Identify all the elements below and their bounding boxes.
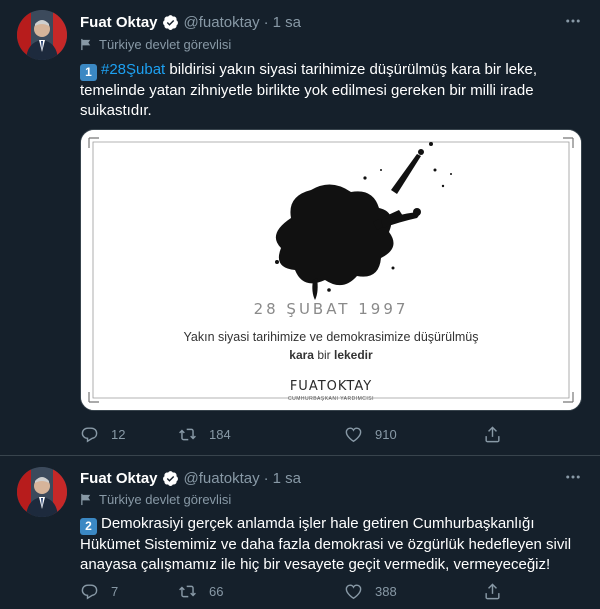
- account-label-text: Türkiye devlet görevlisi: [99, 37, 232, 52]
- account-label-text: Türkiye devlet görevlisi: [99, 492, 232, 507]
- retweet-count: 66: [209, 583, 224, 599]
- media-bold-1: kara: [289, 348, 314, 362]
- more-icon: [566, 19, 580, 23]
- heart-icon: [345, 426, 362, 442]
- keycap-two-emoji: 2: [80, 518, 97, 535]
- reply-count: 12: [111, 426, 126, 442]
- tweet-actions: 7 66 388: [80, 579, 510, 603]
- retweet-count: 184: [209, 426, 231, 442]
- tweet-body: Demokrasiyi gerçek anlamda işler hale ge…: [80, 515, 572, 573]
- flag-icon: [81, 38, 91, 51]
- like-count: 388: [375, 583, 397, 599]
- avatar-image: [17, 467, 67, 517]
- tweet-header: Fuat Oktay @fuatoktay · 1 sa: [80, 468, 301, 488]
- separator-dot: ·: [263, 13, 269, 31]
- author-handle[interactable]: @fuatoktay: [184, 14, 260, 31]
- author-name[interactable]: Fuat Oktay: [80, 14, 158, 31]
- signature-logo: FUATOKTAY: [289, 379, 373, 394]
- like-button[interactable]: 388: [344, 582, 397, 601]
- like-count: 910: [375, 426, 397, 442]
- media-title: 28 ŞUBAT 1997: [253, 300, 409, 318]
- tweet[interactable]: Fuat Oktay @fuatoktay · 1 sa Türkiye dev…: [0, 457, 600, 609]
- avatar[interactable]: [17, 10, 67, 60]
- verified-badge-icon: [162, 470, 178, 486]
- heart-icon: [345, 583, 362, 599]
- timestamp[interactable]: 1 sa: [273, 470, 301, 487]
- tweet-actions: 12 184 910: [80, 422, 510, 446]
- avatar-image: [17, 10, 67, 60]
- reply-icon: [81, 583, 98, 600]
- tweet[interactable]: Fuat Oktay @fuatoktay · 1 sa Türkiye dev…: [0, 0, 600, 456]
- tweet-media-image[interactable]: 28 ŞUBAT 1997 Yakın siyasi tarihimize ve…: [80, 129, 582, 411]
- share-button[interactable]: [483, 425, 502, 444]
- separator-dot: ·: [263, 469, 269, 487]
- tweet-text: 2 Demokrasiyi gerçek anlamda işler hale g…: [80, 514, 580, 575]
- media-mid: bir: [313, 348, 334, 362]
- like-button[interactable]: 910: [344, 425, 397, 444]
- reply-button[interactable]: 12: [80, 425, 125, 444]
- tweet-header: Fuat Oktay @fuatoktay · 1 sa: [80, 12, 301, 32]
- more-options-button[interactable]: [562, 10, 584, 32]
- retweet-icon: [179, 428, 196, 440]
- share-icon: [485, 425, 500, 442]
- share-icon: [485, 582, 500, 599]
- media-bold-2: lekedir: [334, 348, 373, 362]
- more-options-button[interactable]: [562, 466, 584, 488]
- tweet-text: 1 #28Şubat bildirisi yakın siyasi tarihim…: [80, 60, 580, 121]
- account-label[interactable]: Türkiye devlet görevlisi: [80, 492, 231, 507]
- media-subtitle: Yakın siyasi tarihimize ve demokrasimize…: [183, 330, 479, 344]
- more-icon: [566, 475, 580, 479]
- author-handle[interactable]: @fuatoktay: [184, 470, 260, 487]
- keycap-one-emoji: 1: [80, 64, 97, 81]
- media-artwork: [81, 130, 581, 410]
- retweet-icon: [179, 585, 196, 597]
- timestamp[interactable]: 1 sa: [273, 14, 301, 31]
- media-subtitle-2: kara bir lekedir: [81, 348, 581, 362]
- share-button[interactable]: [483, 582, 502, 601]
- signature-logo-subtitle: CUMHURBAŞKANI YARDIMCISI: [288, 396, 374, 402]
- reply-icon: [81, 426, 98, 443]
- hashtag-link[interactable]: #28Şubat: [101, 61, 165, 78]
- account-label[interactable]: Türkiye devlet görevlisi: [80, 37, 231, 52]
- reply-count: 7: [111, 583, 119, 599]
- retweet-button[interactable]: 184: [178, 425, 231, 444]
- flag-icon: [81, 493, 91, 506]
- author-name[interactable]: Fuat Oktay: [80, 470, 158, 487]
- reply-button[interactable]: 7: [80, 582, 118, 601]
- retweet-button[interactable]: 66: [178, 582, 223, 601]
- avatar[interactable]: [17, 467, 67, 517]
- verified-badge-icon: [162, 14, 178, 30]
